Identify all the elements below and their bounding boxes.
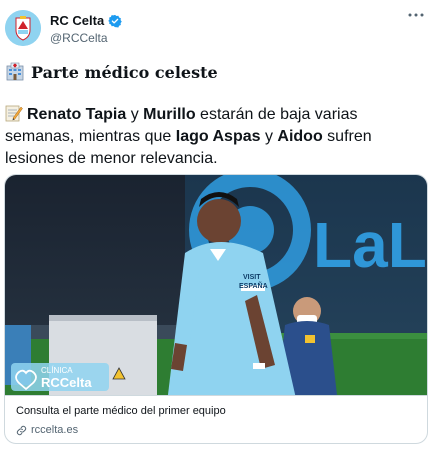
player-name-tapia: Renato Tapia [27, 106, 127, 123]
author-block: RC Celta @RCCelta [50, 12, 122, 45]
player-name-aspas: Iago Aspas [175, 128, 261, 145]
player-name-aidoo: Aidoo [277, 128, 323, 145]
link-icon [16, 425, 27, 435]
avatar[interactable] [5, 10, 41, 46]
player-sponsor-line-1: VISIT [243, 274, 261, 281]
author-display-name[interactable]: RC Celta [50, 13, 104, 28]
celta-crest-icon [5, 10, 41, 46]
author-handle[interactable]: @RCCelta [50, 31, 122, 45]
player-name-murillo: Murillo [143, 106, 196, 123]
memo-icon [5, 105, 23, 122]
clinic-logo-big: RCCelta [41, 375, 92, 390]
card-domain-row[interactable]: rccelta.es [16, 424, 416, 436]
banner-text: LaL [313, 209, 427, 281]
body-text-segment: y [260, 128, 278, 145]
tweet-heading-text: Parte médico celeste [31, 62, 218, 82]
tweet-heading: Parte médico celeste [5, 62, 426, 82]
player-sponsor-line-2: ESPAÑA [239, 281, 268, 290]
card-title[interactable]: Consulta el parte médico del primer equi… [16, 405, 416, 420]
clinic-logo-small: CLÍNICA [41, 366, 73, 375]
card-domain[interactable]: rccelta.es [31, 424, 78, 436]
link-card[interactable]: LaL VISIT ESPAÑA CLÍNICA RCCelta Consult… [4, 174, 428, 444]
body-text-segment: y [126, 106, 144, 123]
verified-badge-icon [108, 14, 122, 27]
card-image[interactable]: LaL VISIT ESPAÑA CLÍNICA RCCelta [5, 175, 428, 395]
card-meta[interactable]: Consulta el parte médico del primer equi… [5, 395, 427, 443]
more-options-icon[interactable] [408, 12, 424, 18]
tweet-body: Renato Tapia y Murillo estarán de baja v… [5, 104, 426, 170]
tweet: RC Celta @RCCelta Parte médico celeste R… [0, 0, 432, 453]
hospital-icon [6, 62, 24, 81]
